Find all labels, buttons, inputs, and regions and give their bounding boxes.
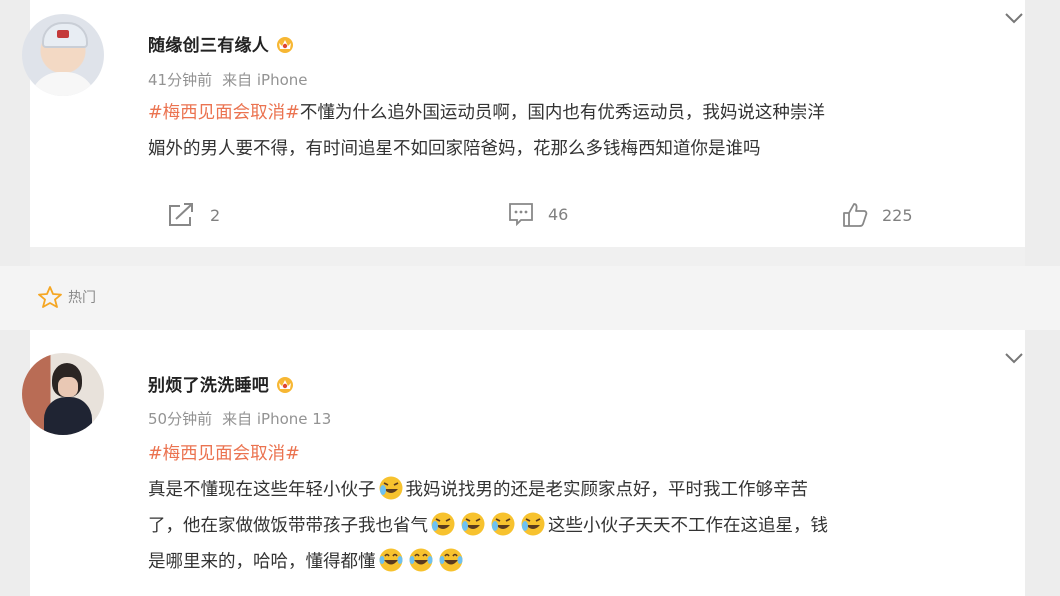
star-icon [38,286,62,308]
comment-text-seg3: 了，他在家做做饭带带孩子我也省气 [148,516,428,536]
divider [30,247,1025,266]
post-text: #梅西见面会取消#不懂为什么追外国运动员啊，国内也有优秀运动员，我妈说这种崇洋 … [148,95,1028,167]
cry-laugh-emoji [461,512,485,536]
comment-text-seg2: 我妈说找男的还是老实顾家点好，平时我工作够辛苦 [405,480,809,500]
chevron-down-icon[interactable] [1003,350,1025,370]
laugh-tears-emoji [379,548,402,572]
hashtag[interactable]: #梅西见面会取消# [148,103,300,123]
repost-icon [169,203,193,226]
avatar[interactable] [22,14,104,96]
username[interactable]: 随缘创三有缘人 [148,36,269,56]
timestamp: 41分钟前 [148,71,213,89]
comment-icon [509,203,533,226]
cry-laugh-emoji [491,512,515,536]
comment-button[interactable]: 46 [508,202,568,226]
chevron-down-icon[interactable] [1003,10,1025,30]
like-icon [843,203,868,227]
cry-laugh-emoji [431,512,455,536]
comment-text-seg1: 真是不懂现在这些年轻小伙子 [148,480,376,500]
section-background [0,266,1060,330]
source: 来自 iPhone 13 [222,410,332,428]
crown-icon [277,377,294,393]
section-hot[interactable]: 热门 [38,286,96,308]
cry-laugh-emoji [379,476,402,500]
timestamp: 50分钟前 [148,410,213,428]
comment-text: #梅西见面会取消# 真是不懂现在这些年轻小伙子 我妈说找男的还是老实顾家点好，平时… [148,436,1028,580]
laugh-tears-emoji [409,548,432,572]
source: 来自 iPhone [222,71,308,89]
repost-button[interactable]: 2 [166,202,220,228]
comment-meta: 50分钟前 来自 iPhone 13 [148,408,331,429]
crown-icon [277,37,294,53]
like-count: 225 [882,205,913,225]
comment-username-row: 别烦了洗洗睡吧 [148,371,295,396]
repost-count: 2 [210,205,221,225]
comment-count: 46 [548,204,569,224]
hashtag[interactable]: #梅西见面会取消# [148,444,300,464]
comment-text-seg4: 这些小伙子天天不工作在这追星，钱 [548,516,828,536]
like-button[interactable]: 225 [842,202,913,228]
section-label: 热门 [68,290,96,306]
username[interactable]: 别烦了洗洗睡吧 [148,376,269,396]
post-text-line1: 不懂为什么追外国运动员啊，国内也有优秀运动员，我妈说这种崇洋 [299,103,825,123]
avatar[interactable] [22,353,104,435]
post-meta: 41分钟前 来自 iPhone [148,69,308,90]
post-text-line2: 媚外的男人要不得，有时间追星不如回家陪爸妈，花那么多钱梅西知道你是谁吗 [148,139,761,159]
post-username-row: 随缘创三有缘人 [148,31,295,56]
cry-laugh-emoji [521,512,545,536]
comment-text-seg5: 是哪里来的，哈哈，懂得都懂 [148,552,376,572]
laugh-tears-emoji [439,548,462,572]
